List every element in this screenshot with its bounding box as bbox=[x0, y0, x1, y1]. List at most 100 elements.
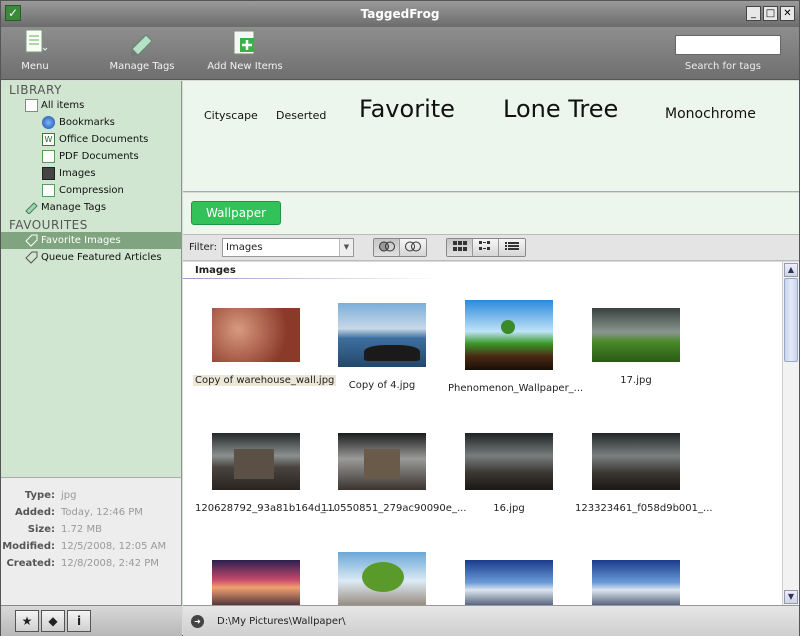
group-header: Images bbox=[195, 265, 236, 276]
grid-item[interactable]: 17.jpg bbox=[573, 308, 699, 386]
sidebar-item-compression[interactable]: Compression bbox=[1, 182, 181, 199]
globe-icon bbox=[42, 116, 55, 129]
filter-label: Filter: bbox=[189, 242, 217, 253]
grid-item[interactable] bbox=[573, 560, 699, 605]
tags-button[interactable]: ◆ bbox=[41, 610, 65, 632]
sidebar-item-label: Office Documents bbox=[59, 134, 149, 145]
intersection-button[interactable] bbox=[374, 239, 400, 256]
selected-tag-wallpaper[interactable]: Wallpaper bbox=[191, 201, 281, 225]
sidebar-item-pdf-documents[interactable]: PDF Documents bbox=[1, 148, 181, 165]
item-caption: Phenomenon_Wallpaper_... bbox=[448, 383, 584, 394]
item-caption: Copy of warehouse_wall.jpg bbox=[193, 375, 337, 386]
title-bar: ✓ TaggedFrog _ □ ✕ bbox=[1, 1, 799, 27]
filter-bar: Filter: Images ▼ bbox=[183, 235, 799, 261]
tag-deserted[interactable]: Deserted bbox=[276, 109, 326, 122]
grid-item[interactable]: 123323461_f058d9b001_... bbox=[573, 433, 713, 514]
add-new-items-button[interactable]: Add New Items bbox=[207, 29, 283, 72]
grid-item[interactable] bbox=[193, 560, 319, 605]
tag-monochrome[interactable]: Monochrome bbox=[665, 106, 756, 122]
grid-item[interactable] bbox=[446, 560, 572, 605]
minimize-button[interactable]: _ bbox=[746, 6, 761, 21]
sidebar-item-all-items[interactable]: All items bbox=[1, 97, 181, 114]
toolbar: Menu Manage Tags Add New Items Search fo… bbox=[1, 27, 799, 80]
list-icon bbox=[25, 99, 38, 112]
tag-lone-tree[interactable]: Lone Tree bbox=[503, 95, 618, 123]
sidebar-item-office-documents[interactable]: W Office Documents bbox=[1, 131, 181, 148]
sidebar-item-label: Manage Tags bbox=[41, 202, 107, 213]
view-mode-toggle bbox=[446, 238, 526, 257]
navigate-arrow-icon[interactable]: ➜ bbox=[191, 615, 204, 628]
thumbnail-image bbox=[465, 560, 553, 605]
tag-icon bbox=[25, 234, 38, 247]
grid-item[interactable]: 120628792_93a81b164d_... bbox=[193, 433, 335, 514]
maximize-button[interactable]: □ bbox=[763, 6, 778, 21]
menu-button[interactable]: Menu bbox=[13, 29, 57, 72]
word-document-icon: W bbox=[42, 133, 55, 146]
union-icon bbox=[404, 241, 422, 255]
grid-item[interactable]: Phenomenon_Wallpaper_... bbox=[446, 300, 583, 394]
items-grid: Images Copy of warehouse_wall.jpg Copy o… bbox=[183, 262, 782, 605]
group-divider bbox=[183, 278, 441, 279]
sidebar-bottom-bar: ★ ◆ i bbox=[1, 605, 182, 636]
thumbnail-view-button[interactable] bbox=[447, 239, 473, 256]
union-button[interactable] bbox=[400, 239, 426, 256]
close-button[interactable]: ✕ bbox=[780, 6, 795, 21]
menu-label: Menu bbox=[21, 61, 49, 72]
item-caption: 16.jpg bbox=[493, 503, 525, 514]
grid-item[interactable]: 110550851_279ac90090e_... bbox=[319, 433, 466, 514]
document-menu-icon bbox=[20, 29, 50, 57]
tag-cloud: Cityscape Deserted Favorite Lone Tree Mo… bbox=[183, 81, 799, 192]
thumbnail-image bbox=[465, 300, 553, 370]
tag-icon bbox=[25, 251, 38, 264]
list-view-button[interactable] bbox=[499, 239, 525, 256]
scroll-up-icon[interactable]: ▲ bbox=[784, 263, 798, 277]
sidebar-item-manage-tags[interactable]: Manage Tags bbox=[1, 199, 181, 216]
scroll-thumb[interactable] bbox=[784, 278, 798, 362]
property-row: Created: 12/8/2008, 2:42 PM bbox=[6, 558, 159, 569]
properties-panel: Type: jpg Added: Today, 12:46 PM Size: 1.72… bbox=[1, 477, 182, 605]
sidebar-item-label: Queue Featured Articles bbox=[41, 252, 162, 263]
sidebar-item-bookmarks[interactable]: Bookmarks bbox=[1, 114, 181, 131]
filter-value: Images bbox=[226, 242, 263, 253]
info-button[interactable]: i bbox=[67, 610, 91, 632]
tag-favorite[interactable]: Favorite bbox=[359, 95, 455, 123]
thumbnail-image bbox=[465, 433, 553, 490]
property-row: Added: Today, 12:46 PM bbox=[15, 507, 143, 518]
tag-pencil-icon bbox=[25, 201, 38, 215]
thumbnail-image bbox=[212, 308, 300, 362]
tag-cityscape[interactable]: Cityscape bbox=[204, 109, 258, 122]
info-icon: i bbox=[76, 614, 82, 628]
favorite-star-button[interactable]: ★ bbox=[15, 610, 39, 632]
grid-item[interactable] bbox=[319, 552, 445, 605]
manage-tags-button[interactable]: Manage Tags bbox=[107, 29, 177, 72]
tile-view-button[interactable] bbox=[473, 239, 499, 256]
tiles-icon bbox=[478, 241, 493, 254]
grid-icon bbox=[452, 241, 467, 254]
archive-icon bbox=[42, 184, 55, 197]
status-bar: ➜ D:\My Pictures\Wallpaper\ bbox=[183, 605, 799, 636]
sidebar-item-favorite-images[interactable]: Favorite Images bbox=[1, 232, 181, 249]
vertical-scrollbar[interactable]: ▲ ▼ bbox=[782, 262, 799, 605]
manage-tags-label: Manage Tags bbox=[109, 61, 175, 72]
item-caption: Copy of 4.jpg bbox=[348, 380, 416, 391]
filter-select[interactable]: Images ▼ bbox=[222, 238, 354, 257]
grid-item[interactable]: Copy of warehouse_wall.jpg bbox=[193, 308, 337, 386]
grid-item[interactable]: Copy of 4.jpg bbox=[319, 303, 445, 391]
tag-icon: ◆ bbox=[48, 614, 58, 628]
scroll-down-icon[interactable]: ▼ bbox=[784, 590, 798, 604]
sidebar-item-images[interactable]: Images bbox=[1, 165, 181, 182]
thumbnail-image bbox=[212, 433, 300, 490]
list-icon bbox=[505, 241, 519, 254]
library-header: LIBRARY bbox=[9, 83, 62, 97]
tag-search-input[interactable] bbox=[675, 35, 781, 55]
sidebar-item-queue-featured-articles[interactable]: Queue Featured Articles bbox=[1, 249, 181, 266]
grid-item[interactable]: 16.jpg bbox=[446, 433, 572, 514]
chevron-down-icon: ▼ bbox=[339, 239, 353, 256]
add-document-icon bbox=[230, 29, 260, 57]
item-caption: 120628792_93a81b164d_... bbox=[195, 503, 336, 514]
thumbnail-image bbox=[592, 433, 680, 490]
search-label: Search for tags bbox=[684, 61, 761, 72]
property-row: Size: 1.72 MB bbox=[27, 524, 102, 535]
selected-tags-bar: Wallpaper bbox=[183, 193, 799, 235]
intersection-icon bbox=[378, 241, 396, 255]
